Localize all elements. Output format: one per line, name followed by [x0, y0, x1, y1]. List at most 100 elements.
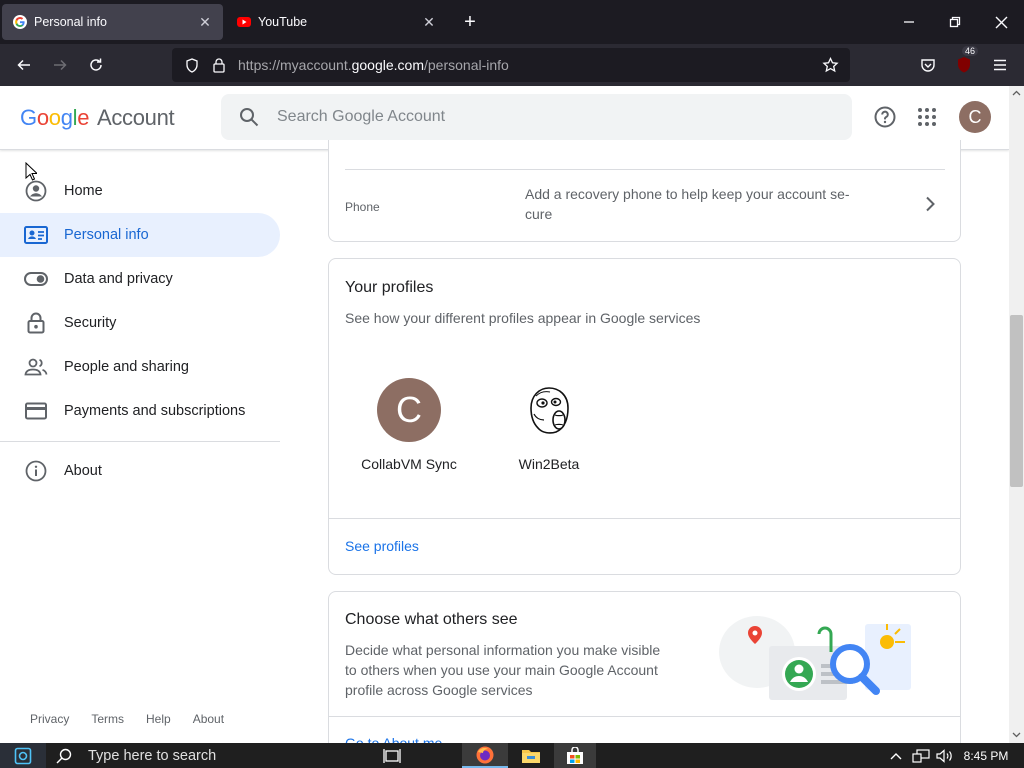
sidebar-item-label: Security	[64, 315, 117, 331]
back-icon[interactable]	[10, 52, 38, 78]
lock-icon[interactable]	[212, 57, 226, 73]
sidebar-item-payments[interactable]: Payments and subscriptions	[0, 389, 280, 433]
close-window-icon[interactable]	[978, 0, 1024, 44]
help-icon[interactable]	[871, 103, 899, 131]
sidebar-item-label: People and sharing	[64, 359, 189, 375]
sidebar-item-label: Payments and subscriptions	[64, 403, 246, 419]
bookmark-star-icon[interactable]	[822, 57, 839, 73]
windows-taskbar: Type here to search 8:45 PM	[0, 743, 1024, 768]
network-icon[interactable]	[910, 743, 932, 768]
forward-icon[interactable]	[46, 52, 74, 78]
google-account-logo[interactable]: Google Account	[20, 105, 175, 131]
footer-links: Privacy Terms Help About	[30, 712, 246, 726]
others-desc-line1: Decide what personal information you mak…	[345, 642, 661, 658]
profile-name: Win2Beta	[518, 456, 580, 472]
basic-info-card: Phone Add a recovery phone to help keep …	[328, 140, 961, 242]
go-to-about-me-link[interactable]: Go to About me	[345, 735, 442, 743]
footer-link-privacy[interactable]: Privacy	[30, 712, 69, 726]
reload-icon[interactable]	[82, 52, 110, 78]
close-tab-icon[interactable]: ✕	[421, 14, 437, 30]
menu-icon[interactable]	[986, 52, 1014, 78]
card-divider	[329, 518, 960, 519]
sidebar-item-label: Home	[64, 183, 103, 199]
tab-title: Personal info	[34, 15, 107, 29]
taskbar-store[interactable]	[554, 743, 596, 768]
volume-icon[interactable]	[934, 743, 956, 768]
others-desc-line3: profile across Google services	[345, 682, 533, 698]
footer-link-help[interactable]: Help	[146, 712, 171, 726]
sidebar-divider	[0, 441, 280, 442]
sidebar-item-personal-info[interactable]: Personal info	[0, 213, 280, 257]
taskbar-file-explorer[interactable]	[510, 743, 552, 768]
search-input[interactable]	[277, 94, 837, 140]
taskbar-search[interactable]: Type here to search	[56, 743, 376, 768]
clock[interactable]: 8:45 PM	[958, 743, 1014, 768]
new-tab-icon[interactable]: +	[458, 10, 482, 34]
go-to-about-me-clip: Go to About me	[329, 717, 960, 743]
tracking-shield-icon[interactable]	[185, 58, 199, 73]
google-g-icon	[13, 15, 27, 29]
footer-link-terms[interactable]: Terms	[91, 712, 124, 726]
profile-win2beta[interactable]: Win2Beta	[489, 369, 609, 479]
sidebar-item-data-and-privacy[interactable]: Data and privacy	[0, 257, 280, 301]
account-avatar[interactable]: C	[959, 101, 991, 133]
youtube-icon	[237, 17, 251, 27]
home-icon	[24, 179, 48, 203]
folder-icon	[522, 750, 540, 763]
pocket-icon[interactable]	[914, 52, 942, 78]
others-desc-line2: to others when you use your main Google …	[345, 662, 658, 678]
sidebar-item-label: About	[64, 463, 102, 479]
profile-avatar-icon	[518, 379, 580, 441]
people-icon	[24, 355, 48, 379]
sidebar-item-label: Personal info	[64, 227, 149, 243]
taskbar-firefox[interactable]	[462, 743, 508, 768]
chevron-right-icon	[926, 196, 935, 212]
phone-label: Phone	[345, 200, 380, 214]
info-icon	[24, 459, 48, 483]
scroll-down-icon[interactable]	[1012, 732, 1021, 738]
profiles-title: Your profiles	[345, 279, 434, 296]
profiles-card: Your profiles See how your different pro…	[328, 258, 961, 575]
restore-icon[interactable]	[932, 0, 978, 44]
sidebar-item-about[interactable]: About	[0, 449, 280, 493]
store-icon	[567, 746, 583, 764]
sidebar-item-home[interactable]: Home	[0, 169, 280, 213]
firefox-icon	[476, 746, 494, 763]
sidebar-item-people-and-sharing[interactable]: People and sharing	[0, 345, 280, 389]
ublock-extension-icon[interactable]: 46	[950, 46, 978, 78]
extension-badge: 46	[961, 46, 978, 56]
url-text: https://myaccount.google.com/personal-in…	[238, 57, 509, 73]
sidebar-item-label: Data and privacy	[64, 271, 173, 287]
tab-personal-info[interactable]: Personal info ✕	[2, 4, 223, 40]
id-card-icon	[24, 223, 48, 247]
search-box[interactable]	[221, 94, 852, 140]
task-view-icon[interactable]	[378, 743, 406, 768]
phone-value-line1: Add a recovery phone to help keep your a…	[525, 186, 850, 202]
profile-visibility-illustration	[719, 616, 911, 700]
browser-navbar: https://myaccount.google.com/personal-in…	[0, 44, 1024, 86]
profile-name: CollabVM Sync	[361, 456, 457, 472]
minimize-icon[interactable]	[886, 0, 932, 44]
sidebar-item-security[interactable]: Security	[0, 301, 280, 345]
phone-value-line2: cure	[525, 206, 553, 222]
browser-tab-strip: Personal info ✕ YouTube ✕ +	[0, 0, 1024, 44]
lock-icon	[24, 311, 48, 335]
phone-row[interactable]: Phone Add a recovery phone to help keep …	[329, 170, 960, 240]
show-hidden-icons-icon[interactable]	[886, 743, 906, 768]
tab-title: YouTube	[258, 15, 308, 29]
tab-youtube[interactable]: YouTube ✕	[226, 4, 447, 40]
search-icon[interactable]	[239, 107, 259, 127]
choose-what-others-see-card: Choose what others see Decide what perso…	[328, 591, 961, 751]
mouse-cursor-icon	[25, 162, 37, 181]
see-profiles-link[interactable]: See profiles	[345, 538, 419, 554]
close-tab-icon[interactable]: ✕	[197, 14, 213, 30]
scrollbar-thumb[interactable]	[1010, 315, 1023, 487]
scroll-up-icon[interactable]	[1012, 90, 1021, 96]
footer-link-about[interactable]: About	[193, 712, 224, 726]
start-icon	[14, 747, 32, 764]
apps-grid-icon[interactable]	[913, 103, 941, 131]
address-bar[interactable]: https://myaccount.google.com/personal-in…	[172, 48, 850, 82]
profile-avatar: C	[377, 378, 441, 442]
start-button[interactable]	[0, 743, 46, 768]
profile-collabvm-sync[interactable]: C CollabVM Sync	[349, 369, 469, 479]
